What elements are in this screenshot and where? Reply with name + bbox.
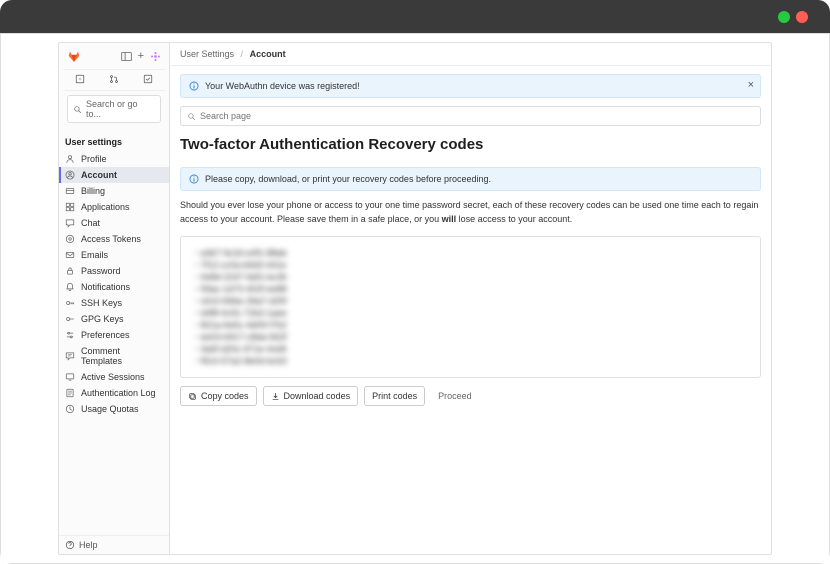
page-search-input[interactable] [200,111,754,121]
nav-label: Usage Quotas [81,404,139,414]
search-icon [73,105,82,114]
recovery-code: ee03-b917-c8da-562f [195,331,746,343]
gitlab-logo-icon[interactable] [67,49,81,63]
recovery-code: 3a5f-d20c-971e-4cb8 [195,343,746,355]
integrations-icon[interactable] [150,51,161,62]
sidebar-section-title: User settings [59,131,169,151]
sidebar-item-active-sessions[interactable]: Active Sessions [59,369,169,385]
download-codes-button[interactable]: Download codes [263,386,359,406]
issues-tab[interactable] [63,70,97,90]
nav-label: Authentication Log [81,388,156,398]
nav-label: Account [81,170,117,180]
plus-icon[interactable]: + [138,50,144,62]
window-close-button[interactable] [796,11,808,23]
sidebar-item-preferences[interactable]: Preferences [59,327,169,343]
nav-label: Emails [81,250,108,260]
sidebar-item-applications[interactable]: Applications [59,199,169,215]
breadcrumb-parent[interactable]: User Settings [180,49,234,59]
recovery-code: d4f8-0c91-72b3-1aee [195,307,746,319]
copy-icon [188,392,197,401]
sidebar-item-comment-templates[interactable]: Comment Templates [59,343,169,369]
nav-label: Billing [81,186,105,196]
window-minimize-button[interactable] [778,11,790,23]
copy-notice-alert: Please copy, download, or print your rec… [180,167,761,191]
download-icon [271,392,280,401]
nav-label: Profile [81,154,107,164]
sidebar-item-authentication-log[interactable]: Authentication Log [59,385,169,401]
nav-label: Active Sessions [81,372,145,382]
recovery-code: 7f12-cc0a-b9d3-441e [195,259,746,271]
sidebar-item-billing[interactable]: Billing [59,183,169,199]
sidebar-item-access-tokens[interactable]: Access Tokens [59,231,169,247]
sidebar-item-account[interactable]: Account [59,167,169,183]
sidebar-item-ssh-keys[interactable]: SSH Keys [59,295,169,311]
nav-label: SSH Keys [81,298,122,308]
nav-label: GPG Keys [81,314,124,324]
info-icon [189,81,199,91]
main-content: User Settings / Account Your WebAuthn de… [170,43,771,554]
recovery-code: a3b7-9c2d-e4f1-88ab [195,247,746,259]
recovery-code: c610-84be-39a7-d25f [195,295,746,307]
sidebar-item-emails[interactable]: Emails [59,247,169,263]
success-alert: Your WebAuthn device was registered! × [180,74,761,98]
nav-label: Applications [81,202,130,212]
nav-label: Notifications [81,282,130,292]
nav-label: Access Tokens [81,234,141,244]
print-codes-button[interactable]: Print codes [364,386,425,406]
window-titlebar [0,0,830,33]
nav-label: Password [81,266,121,276]
page-title: Two-factor Authentication Recovery codes [180,136,761,153]
sidebar-search[interactable]: Search or go to... [67,95,161,123]
sidebar: + Search or go to... [59,43,170,554]
nav-label: Preferences [81,330,130,340]
nav-label: Chat [81,218,100,228]
todos-tab[interactable] [131,70,165,90]
sidebar-item-notifications[interactable]: Notifications [59,279,169,295]
sidebar-item-chat[interactable]: Chat [59,215,169,231]
recovery-code: 0e8d-2247-fa91-bc36 [195,271,746,283]
description: Should you ever lose your phone or acces… [180,199,761,226]
sidebar-item-usage-quotas[interactable]: Usage Quotas [59,401,169,417]
search-icon [187,112,196,121]
alert-text: Your WebAuthn device was registered! [205,81,360,91]
sidebar-item-gpg-keys[interactable]: GPG Keys [59,311,169,327]
alert-text: Please copy, download, or print your rec… [205,174,491,184]
sidebar-item-password[interactable]: Password [59,263,169,279]
recovery-codes-box: a3b7-9c2d-e4f1-88ab7f12-cc0a-b9d3-441e0e… [180,236,761,378]
copy-codes-button[interactable]: Copy codes [180,386,257,406]
breadcrumb: User Settings / Account [170,43,771,66]
merge-requests-tab[interactable] [97,70,131,90]
proceed-button[interactable]: Proceed [431,386,479,406]
help-link[interactable]: Help [59,535,169,554]
recovery-code: 59ac-1d73-402f-ee88 [195,283,746,295]
panel-icon[interactable] [121,51,132,62]
alert-close-icon[interactable]: × [748,80,754,91]
help-label: Help [79,540,98,550]
sidebar-search-label: Search or go to... [86,99,155,119]
page-search[interactable] [180,106,761,126]
sidebar-item-profile[interactable]: Profile [59,151,169,167]
breadcrumb-current: Account [250,49,286,59]
nav-label: Comment Templates [81,346,163,366]
help-icon [65,540,75,550]
info-icon [189,174,199,184]
recovery-code: 821a-6e5c-4d09-f7b2 [195,319,746,331]
recovery-code: f914-57a2-8e0d-bc63 [195,355,746,367]
